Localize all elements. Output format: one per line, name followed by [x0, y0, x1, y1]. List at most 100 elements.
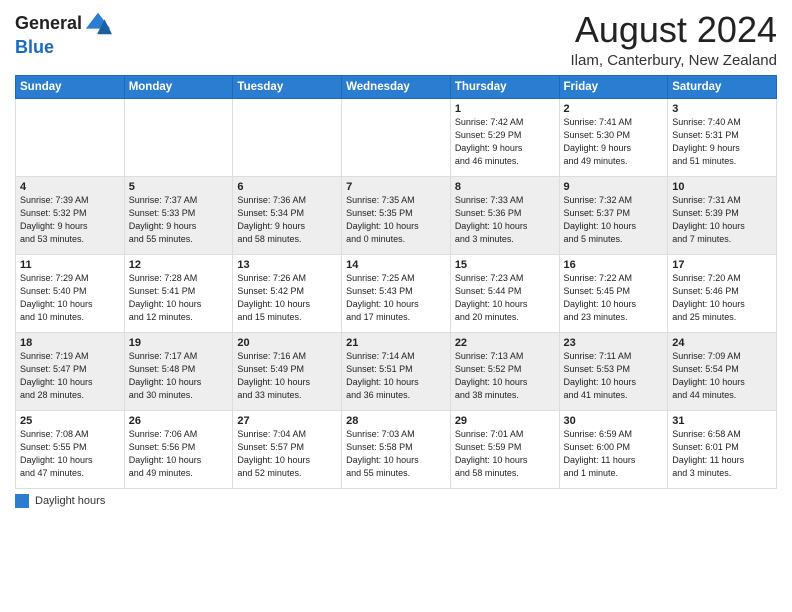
- calendar-cell: 21Sunrise: 7:14 AM Sunset: 5:51 PM Dayli…: [342, 332, 451, 410]
- logo-icon: [84, 10, 112, 38]
- day-info: Sunrise: 7:14 AM Sunset: 5:51 PM Dayligh…: [346, 350, 446, 402]
- calendar-cell: 29Sunrise: 7:01 AM Sunset: 5:59 PM Dayli…: [450, 410, 559, 488]
- day-info: Sunrise: 7:09 AM Sunset: 5:54 PM Dayligh…: [672, 350, 772, 402]
- title-block: August 2024 Ilam, Canterbury, New Zealan…: [571, 10, 777, 69]
- page: General Blue August 2024 Ilam, Canterbur…: [0, 0, 792, 612]
- calendar-week-1: 1Sunrise: 7:42 AM Sunset: 5:29 PM Daylig…: [16, 98, 777, 176]
- day-info: Sunrise: 7:01 AM Sunset: 5:59 PM Dayligh…: [455, 428, 555, 480]
- day-number: 24: [672, 337, 772, 349]
- calendar-cell: [16, 98, 125, 176]
- day-number: 11: [20, 259, 120, 271]
- calendar-header-row: SundayMondayTuesdayWednesdayThursdayFrid…: [16, 75, 777, 98]
- calendar-table: SundayMondayTuesdayWednesdayThursdayFrid…: [15, 75, 777, 489]
- calendar-week-3: 11Sunrise: 7:29 AM Sunset: 5:40 PM Dayli…: [16, 254, 777, 332]
- day-number: 27: [237, 415, 337, 427]
- day-info: Sunrise: 7:06 AM Sunset: 5:56 PM Dayligh…: [129, 428, 229, 480]
- day-info: Sunrise: 7:19 AM Sunset: 5:47 PM Dayligh…: [20, 350, 120, 402]
- calendar-cell: [342, 98, 451, 176]
- legend-color-box: [15, 494, 29, 508]
- day-number: 15: [455, 259, 555, 271]
- calendar-cell: 16Sunrise: 7:22 AM Sunset: 5:45 PM Dayli…: [559, 254, 668, 332]
- day-number: 31: [672, 415, 772, 427]
- day-info: Sunrise: 7:35 AM Sunset: 5:35 PM Dayligh…: [346, 194, 446, 246]
- main-title: August 2024: [571, 10, 777, 50]
- calendar-cell: 30Sunrise: 6:59 AM Sunset: 6:00 PM Dayli…: [559, 410, 668, 488]
- col-header-saturday: Saturday: [668, 75, 777, 98]
- day-number: 8: [455, 181, 555, 193]
- calendar-cell: 2Sunrise: 7:41 AM Sunset: 5:30 PM Daylig…: [559, 98, 668, 176]
- calendar-cell: 28Sunrise: 7:03 AM Sunset: 5:58 PM Dayli…: [342, 410, 451, 488]
- day-number: 21: [346, 337, 446, 349]
- day-info: Sunrise: 7:11 AM Sunset: 5:53 PM Dayligh…: [564, 350, 664, 402]
- day-info: Sunrise: 7:32 AM Sunset: 5:37 PM Dayligh…: [564, 194, 664, 246]
- logo: General Blue: [15, 10, 112, 58]
- day-info: Sunrise: 7:36 AM Sunset: 5:34 PM Dayligh…: [237, 194, 337, 246]
- calendar-cell: 6Sunrise: 7:36 AM Sunset: 5:34 PM Daylig…: [233, 176, 342, 254]
- legend-label: Daylight hours: [35, 495, 105, 507]
- col-header-sunday: Sunday: [16, 75, 125, 98]
- day-info: Sunrise: 7:25 AM Sunset: 5:43 PM Dayligh…: [346, 272, 446, 324]
- day-number: 29: [455, 415, 555, 427]
- day-info: Sunrise: 7:33 AM Sunset: 5:36 PM Dayligh…: [455, 194, 555, 246]
- calendar-cell: 4Sunrise: 7:39 AM Sunset: 5:32 PM Daylig…: [16, 176, 125, 254]
- day-info: Sunrise: 7:17 AM Sunset: 5:48 PM Dayligh…: [129, 350, 229, 402]
- day-number: 30: [564, 415, 664, 427]
- calendar-cell: 13Sunrise: 7:26 AM Sunset: 5:42 PM Dayli…: [233, 254, 342, 332]
- calendar-cell: 19Sunrise: 7:17 AM Sunset: 5:48 PM Dayli…: [124, 332, 233, 410]
- calendar-cell: 9Sunrise: 7:32 AM Sunset: 5:37 PM Daylig…: [559, 176, 668, 254]
- day-info: Sunrise: 7:41 AM Sunset: 5:30 PM Dayligh…: [564, 116, 664, 168]
- day-number: 5: [129, 181, 229, 193]
- calendar-cell: 1Sunrise: 7:42 AM Sunset: 5:29 PM Daylig…: [450, 98, 559, 176]
- day-info: Sunrise: 7:26 AM Sunset: 5:42 PM Dayligh…: [237, 272, 337, 324]
- day-number: 26: [129, 415, 229, 427]
- calendar-cell: 15Sunrise: 7:23 AM Sunset: 5:44 PM Dayli…: [450, 254, 559, 332]
- calendar-cell: 11Sunrise: 7:29 AM Sunset: 5:40 PM Dayli…: [16, 254, 125, 332]
- day-number: 18: [20, 337, 120, 349]
- col-header-wednesday: Wednesday: [342, 75, 451, 98]
- day-info: Sunrise: 7:28 AM Sunset: 5:41 PM Dayligh…: [129, 272, 229, 324]
- day-number: 19: [129, 337, 229, 349]
- day-number: 16: [564, 259, 664, 271]
- day-info: Sunrise: 7:13 AM Sunset: 5:52 PM Dayligh…: [455, 350, 555, 402]
- calendar-cell: 17Sunrise: 7:20 AM Sunset: 5:46 PM Dayli…: [668, 254, 777, 332]
- day-info: Sunrise: 7:03 AM Sunset: 5:58 PM Dayligh…: [346, 428, 446, 480]
- day-info: Sunrise: 7:29 AM Sunset: 5:40 PM Dayligh…: [20, 272, 120, 324]
- day-number: 6: [237, 181, 337, 193]
- logo-blue: Blue: [15, 38, 112, 58]
- day-number: 2: [564, 103, 664, 115]
- day-number: 4: [20, 181, 120, 193]
- calendar-cell: 26Sunrise: 7:06 AM Sunset: 5:56 PM Dayli…: [124, 410, 233, 488]
- day-number: 13: [237, 259, 337, 271]
- day-info: Sunrise: 7:42 AM Sunset: 5:29 PM Dayligh…: [455, 116, 555, 168]
- day-number: 17: [672, 259, 772, 271]
- calendar-cell: [124, 98, 233, 176]
- day-info: Sunrise: 7:40 AM Sunset: 5:31 PM Dayligh…: [672, 116, 772, 168]
- day-info: Sunrise: 7:22 AM Sunset: 5:45 PM Dayligh…: [564, 272, 664, 324]
- calendar-cell: 8Sunrise: 7:33 AM Sunset: 5:36 PM Daylig…: [450, 176, 559, 254]
- calendar-cell: 5Sunrise: 7:37 AM Sunset: 5:33 PM Daylig…: [124, 176, 233, 254]
- day-info: Sunrise: 7:31 AM Sunset: 5:39 PM Dayligh…: [672, 194, 772, 246]
- header: General Blue August 2024 Ilam, Canterbur…: [15, 10, 777, 69]
- calendar-cell: 23Sunrise: 7:11 AM Sunset: 5:53 PM Dayli…: [559, 332, 668, 410]
- calendar-week-5: 25Sunrise: 7:08 AM Sunset: 5:55 PM Dayli…: [16, 410, 777, 488]
- day-number: 10: [672, 181, 772, 193]
- calendar-cell: 10Sunrise: 7:31 AM Sunset: 5:39 PM Dayli…: [668, 176, 777, 254]
- day-info: Sunrise: 7:20 AM Sunset: 5:46 PM Dayligh…: [672, 272, 772, 324]
- calendar-week-2: 4Sunrise: 7:39 AM Sunset: 5:32 PM Daylig…: [16, 176, 777, 254]
- day-number: 28: [346, 415, 446, 427]
- day-info: Sunrise: 7:04 AM Sunset: 5:57 PM Dayligh…: [237, 428, 337, 480]
- day-number: 14: [346, 259, 446, 271]
- day-number: 9: [564, 181, 664, 193]
- col-header-tuesday: Tuesday: [233, 75, 342, 98]
- col-header-monday: Monday: [124, 75, 233, 98]
- calendar-cell: 18Sunrise: 7:19 AM Sunset: 5:47 PM Dayli…: [16, 332, 125, 410]
- day-number: 23: [564, 337, 664, 349]
- calendar-cell: 27Sunrise: 7:04 AM Sunset: 5:57 PM Dayli…: [233, 410, 342, 488]
- legend: Daylight hours: [15, 494, 777, 508]
- day-number: 7: [346, 181, 446, 193]
- day-number: 3: [672, 103, 772, 115]
- day-info: Sunrise: 7:39 AM Sunset: 5:32 PM Dayligh…: [20, 194, 120, 246]
- calendar-week-4: 18Sunrise: 7:19 AM Sunset: 5:47 PM Dayli…: [16, 332, 777, 410]
- calendar-cell: 22Sunrise: 7:13 AM Sunset: 5:52 PM Dayli…: [450, 332, 559, 410]
- day-info: Sunrise: 7:37 AM Sunset: 5:33 PM Dayligh…: [129, 194, 229, 246]
